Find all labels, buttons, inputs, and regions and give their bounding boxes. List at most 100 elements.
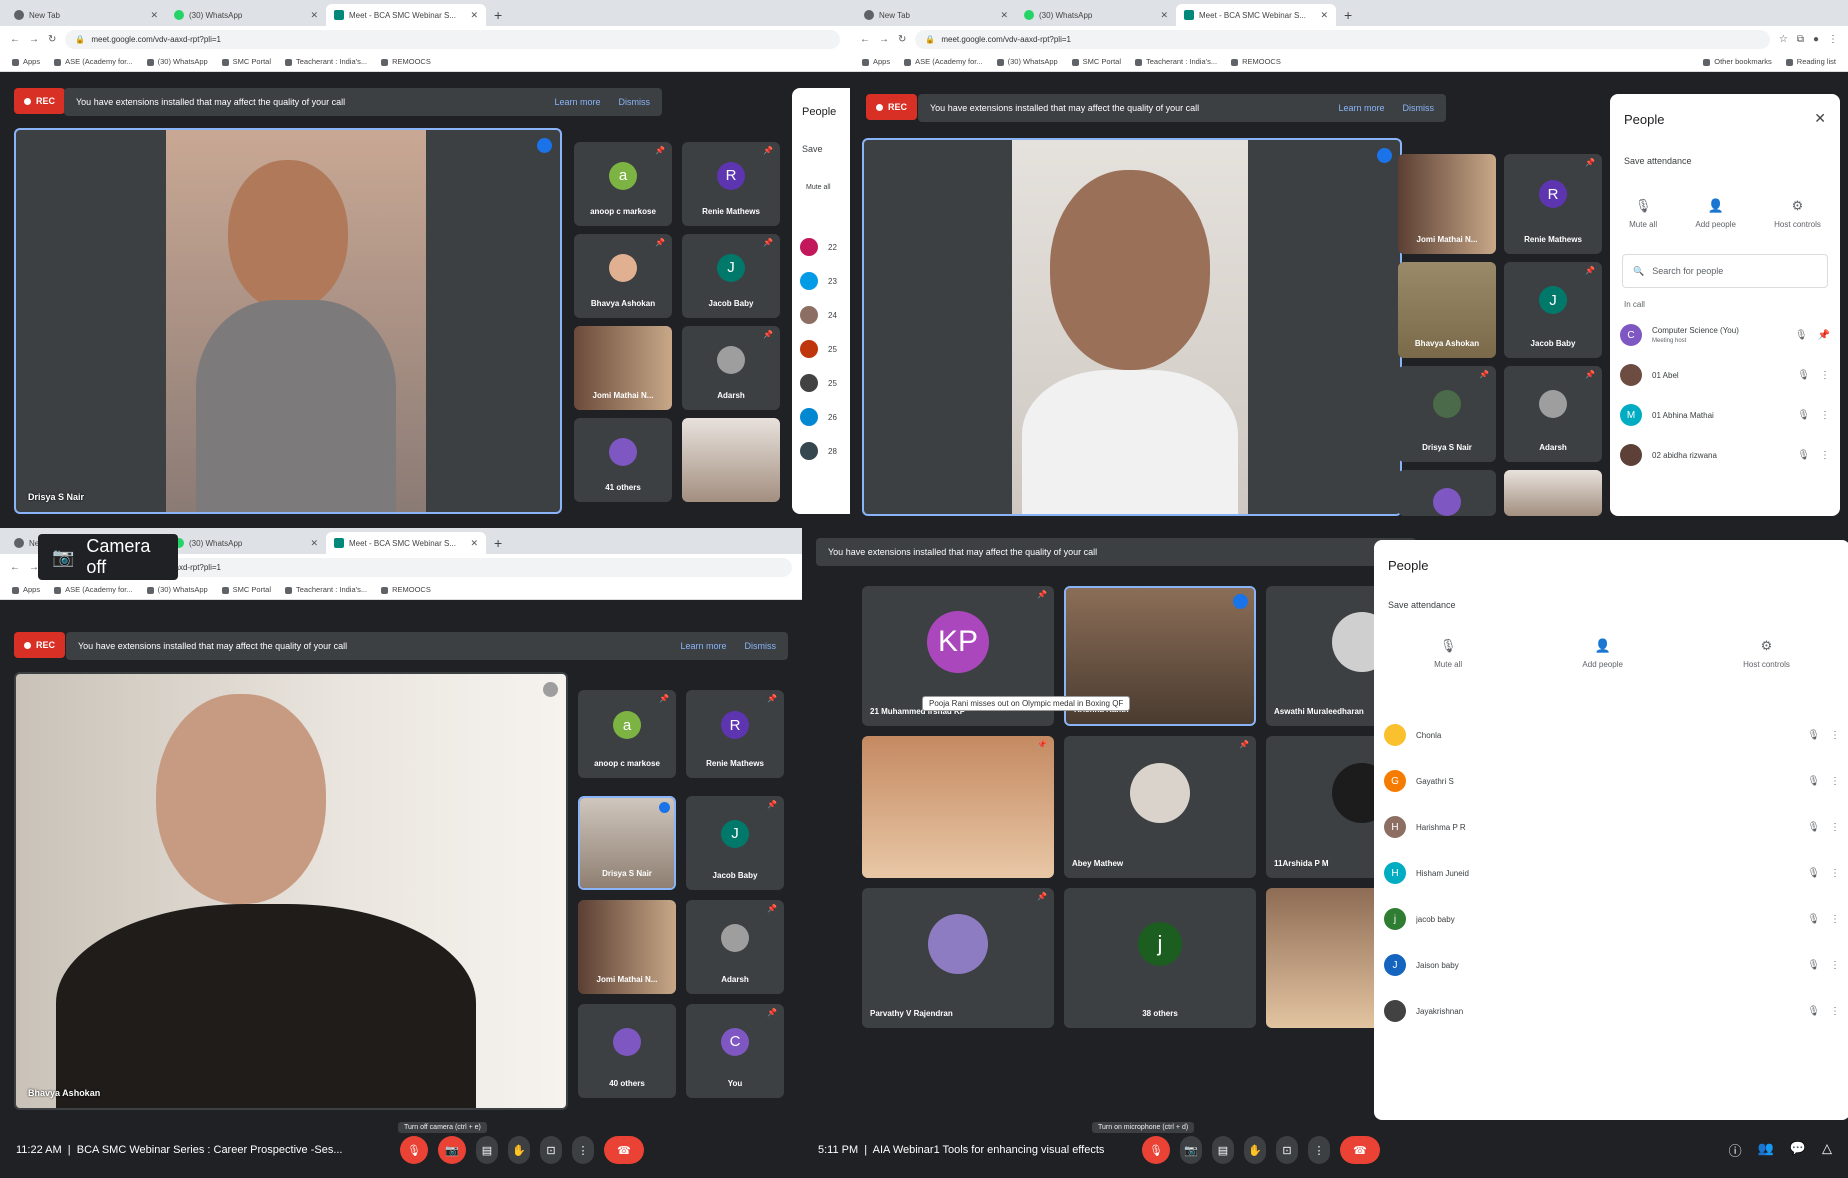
participant-tile[interactable] (1398, 470, 1496, 516)
close-icon[interactable]: ✕ (470, 538, 478, 549)
mic-toggle-button[interactable]: 🎙 (1142, 1136, 1170, 1164)
pin-icon[interactable]: 📌 (1037, 590, 1047, 599)
pin-icon[interactable]: 📌 (1585, 266, 1595, 275)
bookmark-item[interactable]: Teacherant : India's... (1135, 57, 1217, 66)
menu-icon[interactable]: ⋮ (1828, 34, 1838, 45)
more-icon[interactable]: ⋮ (1820, 450, 1830, 461)
participant-row[interactable]: 25 (800, 334, 850, 364)
more-options-icon[interactable] (543, 682, 558, 697)
host-controls-button[interactable]: ⚙ Host controls (1774, 198, 1821, 229)
participant-tile[interactable]: 📌 R Renie Mathews (682, 142, 780, 226)
participant-row[interactable]: 01 Abel 🎙 ⋮ (1620, 360, 1830, 390)
more-icon[interactable]: ⋮ (1820, 410, 1830, 421)
mic-off-icon[interactable]: 🎙 (1807, 1006, 1820, 1017)
tab-meet[interactable]: Meet - BCA SMC Webinar S... ✕ (1176, 4, 1336, 26)
mic-toggle-button[interactable]: 🎙 (400, 1136, 428, 1164)
main-video[interactable] (862, 138, 1402, 516)
leave-call-button[interactable]: ☎ (604, 1136, 644, 1164)
new-tab-button[interactable]: + (486, 535, 510, 554)
participant-tile[interactable] (1504, 470, 1602, 516)
self-view-tile[interactable] (682, 418, 780, 502)
participant-tile[interactable]: 📌 R Renie Mathews (1504, 154, 1602, 254)
save-attendance-button[interactable]: Save attendance (1388, 600, 1456, 610)
close-icon[interactable]: ✕ (310, 538, 318, 549)
more-icon[interactable]: ⋮ (1830, 868, 1840, 879)
mic-off-icon[interactable]: 🎙 (1807, 960, 1820, 971)
mic-off-icon[interactable]: 🎙 (1807, 914, 1820, 925)
more-icon[interactable]: ⋮ (1830, 960, 1840, 971)
more-icon[interactable]: ⋮ (1830, 914, 1840, 925)
pin-icon[interactable]: 📌 (1239, 740, 1249, 749)
close-icon[interactable]: ✕ (1320, 10, 1328, 21)
bookmark-item[interactable]: (30) WhatsApp (147, 585, 208, 594)
close-icon[interactable]: ✕ (150, 10, 158, 21)
participant-tile[interactable]: 📌 a anoop c markose (574, 142, 672, 226)
bookmark-item[interactable]: Apps (862, 57, 890, 66)
bookmark-item[interactable]: ASE (Academy for... (54, 57, 133, 66)
pin-icon[interactable]: 📌 (763, 330, 773, 339)
others-tile[interactable]: j 38 others (1064, 888, 1256, 1028)
mute-all-button[interactable]: 🎙 Mute all (1434, 638, 1462, 669)
participant-row[interactable]: M 01 Abhina Mathai 🎙 ⋮ (1620, 400, 1830, 430)
bookmark-item[interactable]: REMOOCS (381, 57, 431, 66)
mute-all-button[interactable]: 🎙 Mute all (1629, 198, 1657, 229)
main-video[interactable]: Bhavya Ashokan (14, 672, 568, 1110)
participant-tile[interactable]: 📌 J Jacob Baby (682, 234, 780, 318)
profile-icon[interactable]: ● (1813, 34, 1819, 45)
pin-icon[interactable]: 📌 (1037, 740, 1047, 749)
tab-meet[interactable]: Meet - BCA SMC Webinar S... ✕ (326, 532, 486, 554)
add-people-button[interactable]: 👤 Add people (1695, 198, 1735, 229)
pin-icon[interactable]: 📌 (1585, 158, 1595, 167)
others-tile[interactable]: 40 others (578, 1004, 676, 1098)
pin-icon[interactable]: 📌 (763, 238, 773, 247)
raise-hand-button[interactable]: ✋ (1244, 1136, 1266, 1164)
close-icon[interactable]: ✕ (310, 10, 318, 21)
new-tab-button[interactable]: + (1336, 7, 1360, 26)
participant-row[interactable]: 23 (800, 266, 850, 296)
bookmark-item[interactable]: ASE (Academy for... (904, 57, 983, 66)
participant-tile[interactable]: 📌 Adarsh (1504, 366, 1602, 462)
captions-button[interactable]: ▤ (1212, 1136, 1234, 1164)
back-icon[interactable]: ← (10, 562, 20, 573)
pin-icon[interactable]: 📌 (767, 694, 777, 703)
camera-toggle-button[interactable]: 📷 (1180, 1136, 1202, 1164)
info-icon[interactable]: ⓘ (1729, 1141, 1742, 1160)
more-options-button[interactable]: ⋮ (1308, 1136, 1330, 1164)
bookmark-item[interactable]: SMC Portal (222, 57, 271, 66)
bookmark-item[interactable]: Reading list (1786, 57, 1836, 66)
main-video[interactable]: Drisya S Nair (14, 128, 562, 514)
pin-icon[interactable]: 📌 (767, 904, 777, 913)
forward-icon[interactable]: → (879, 34, 889, 45)
more-icon[interactable]: ⋮ (1830, 822, 1840, 833)
bookmark-item[interactable]: Teacherant : India's... (285, 585, 367, 594)
mic-off-icon[interactable]: 🎙 (1795, 330, 1808, 341)
new-tab-button[interactable]: + (486, 7, 510, 26)
participant-row[interactable]: Jayakrishnan 🎙 ⋮ (1384, 996, 1840, 1026)
pin-icon[interactable]: 📌 (1037, 892, 1047, 901)
forward-icon[interactable]: → (29, 34, 39, 45)
participant-tile[interactable]: 📌 J Jacob Baby (686, 796, 784, 890)
raise-hand-button[interactable]: ✋ (508, 1136, 530, 1164)
mic-off-icon[interactable]: 🎙 (1807, 822, 1820, 833)
pin-icon[interactable]: 📌 (767, 800, 777, 809)
pin-icon[interactable]: 📌 (1585, 370, 1595, 379)
participant-row[interactable]: C Computer Science (You) Meeting host 🎙 📌 (1620, 320, 1830, 350)
participant-tile[interactable]: 📌 a anoop c markose (578, 690, 676, 778)
others-tile[interactable]: 41 others (574, 418, 672, 502)
participant-tile[interactable]: 📌 Adarsh (686, 900, 784, 994)
dismiss-button[interactable]: Dismiss (745, 641, 777, 651)
pin-icon[interactable]: 📌 (1818, 330, 1830, 341)
participant-row[interactable]: G Gayathri S 🎙 ⋮ (1384, 766, 1840, 796)
dismiss-button[interactable]: Dismiss (619, 97, 651, 107)
pin-icon[interactable]: 📌 (659, 694, 669, 703)
reload-icon[interactable]: ↻ (898, 34, 906, 45)
save-attendance-button[interactable]: Save (802, 144, 823, 154)
tab-whatsapp[interactable]: (30) WhatsApp ✕ (1016, 4, 1176, 26)
camera-toggle-button[interactable]: 📷 (438, 1136, 466, 1164)
close-icon[interactable]: ✕ (1814, 110, 1826, 127)
more-icon[interactable]: ⋮ (1830, 730, 1840, 741)
more-icon[interactable]: ⋮ (1830, 776, 1840, 787)
pin-icon[interactable]: 📌 (763, 146, 773, 155)
tab-whatsapp[interactable]: (30) WhatsApp ✕ (166, 4, 326, 26)
participant-tile[interactable]: Bhavya Ashokan (1398, 262, 1496, 358)
